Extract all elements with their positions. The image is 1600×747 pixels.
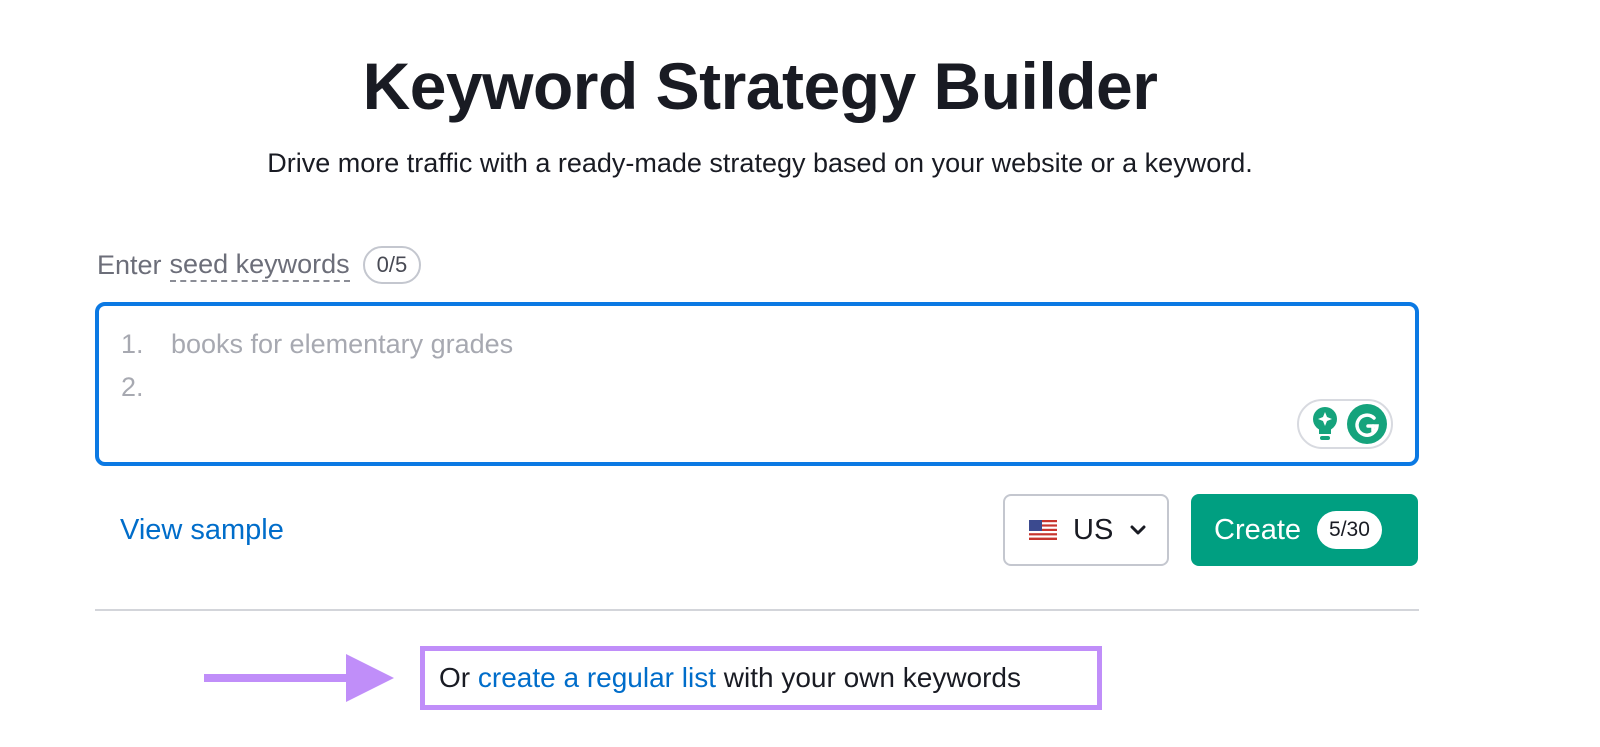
- create-button[interactable]: Create 5/30: [1191, 494, 1418, 566]
- grammarly-g-icon[interactable]: [1347, 404, 1387, 444]
- chevron-down-icon: [1130, 525, 1146, 535]
- create-button-label: Create: [1214, 513, 1302, 546]
- grammarly-widget[interactable]: [1297, 399, 1393, 449]
- annotation-arrow-icon: [204, 654, 394, 702]
- regular-list-callout: Or create a regular list with your own k…: [420, 646, 1102, 710]
- line-number: 1.: [121, 329, 144, 359]
- view-sample-link[interactable]: View sample: [120, 512, 284, 548]
- footer-prefix: Or: [439, 662, 478, 693]
- lightbulb-icon[interactable]: [1309, 405, 1341, 443]
- create-limit-badge: 5/30: [1317, 511, 1382, 549]
- line-number: 2.: [121, 372, 144, 402]
- page-subtitle: Drive more traffic with a ready-made str…: [267, 148, 1253, 178]
- country-code: US: [1073, 513, 1114, 546]
- seed-keywords-textarea[interactable]: 1. books for elementary grades 2.: [95, 302, 1419, 466]
- keyword-line-2[interactable]: 2.: [121, 369, 171, 405]
- keyword-line-1[interactable]: 1. books for elementary grades: [121, 326, 513, 362]
- country-select[interactable]: US: [1003, 494, 1169, 566]
- seed-keywords-tooltip-term[interactable]: seed keywords: [169, 248, 350, 282]
- divider: [95, 609, 1419, 611]
- keyword-strategy-builder-page: Keyword Strategy Builder Drive more traf…: [0, 0, 1600, 747]
- keyword-placeholder: books for elementary grades: [171, 329, 514, 359]
- seed-keywords-counter: 0/5: [362, 246, 422, 284]
- seed-keywords-label: Enter seed keywords 0/5: [97, 246, 422, 284]
- us-flag-icon: [1029, 520, 1057, 540]
- footer-suffix: with your own keywords: [716, 662, 1022, 693]
- seed-label-prefix: Enter: [97, 250, 162, 280]
- create-regular-list-link[interactable]: create a regular list: [478, 662, 716, 694]
- page-title: Keyword Strategy Builder: [362, 49, 1158, 123]
